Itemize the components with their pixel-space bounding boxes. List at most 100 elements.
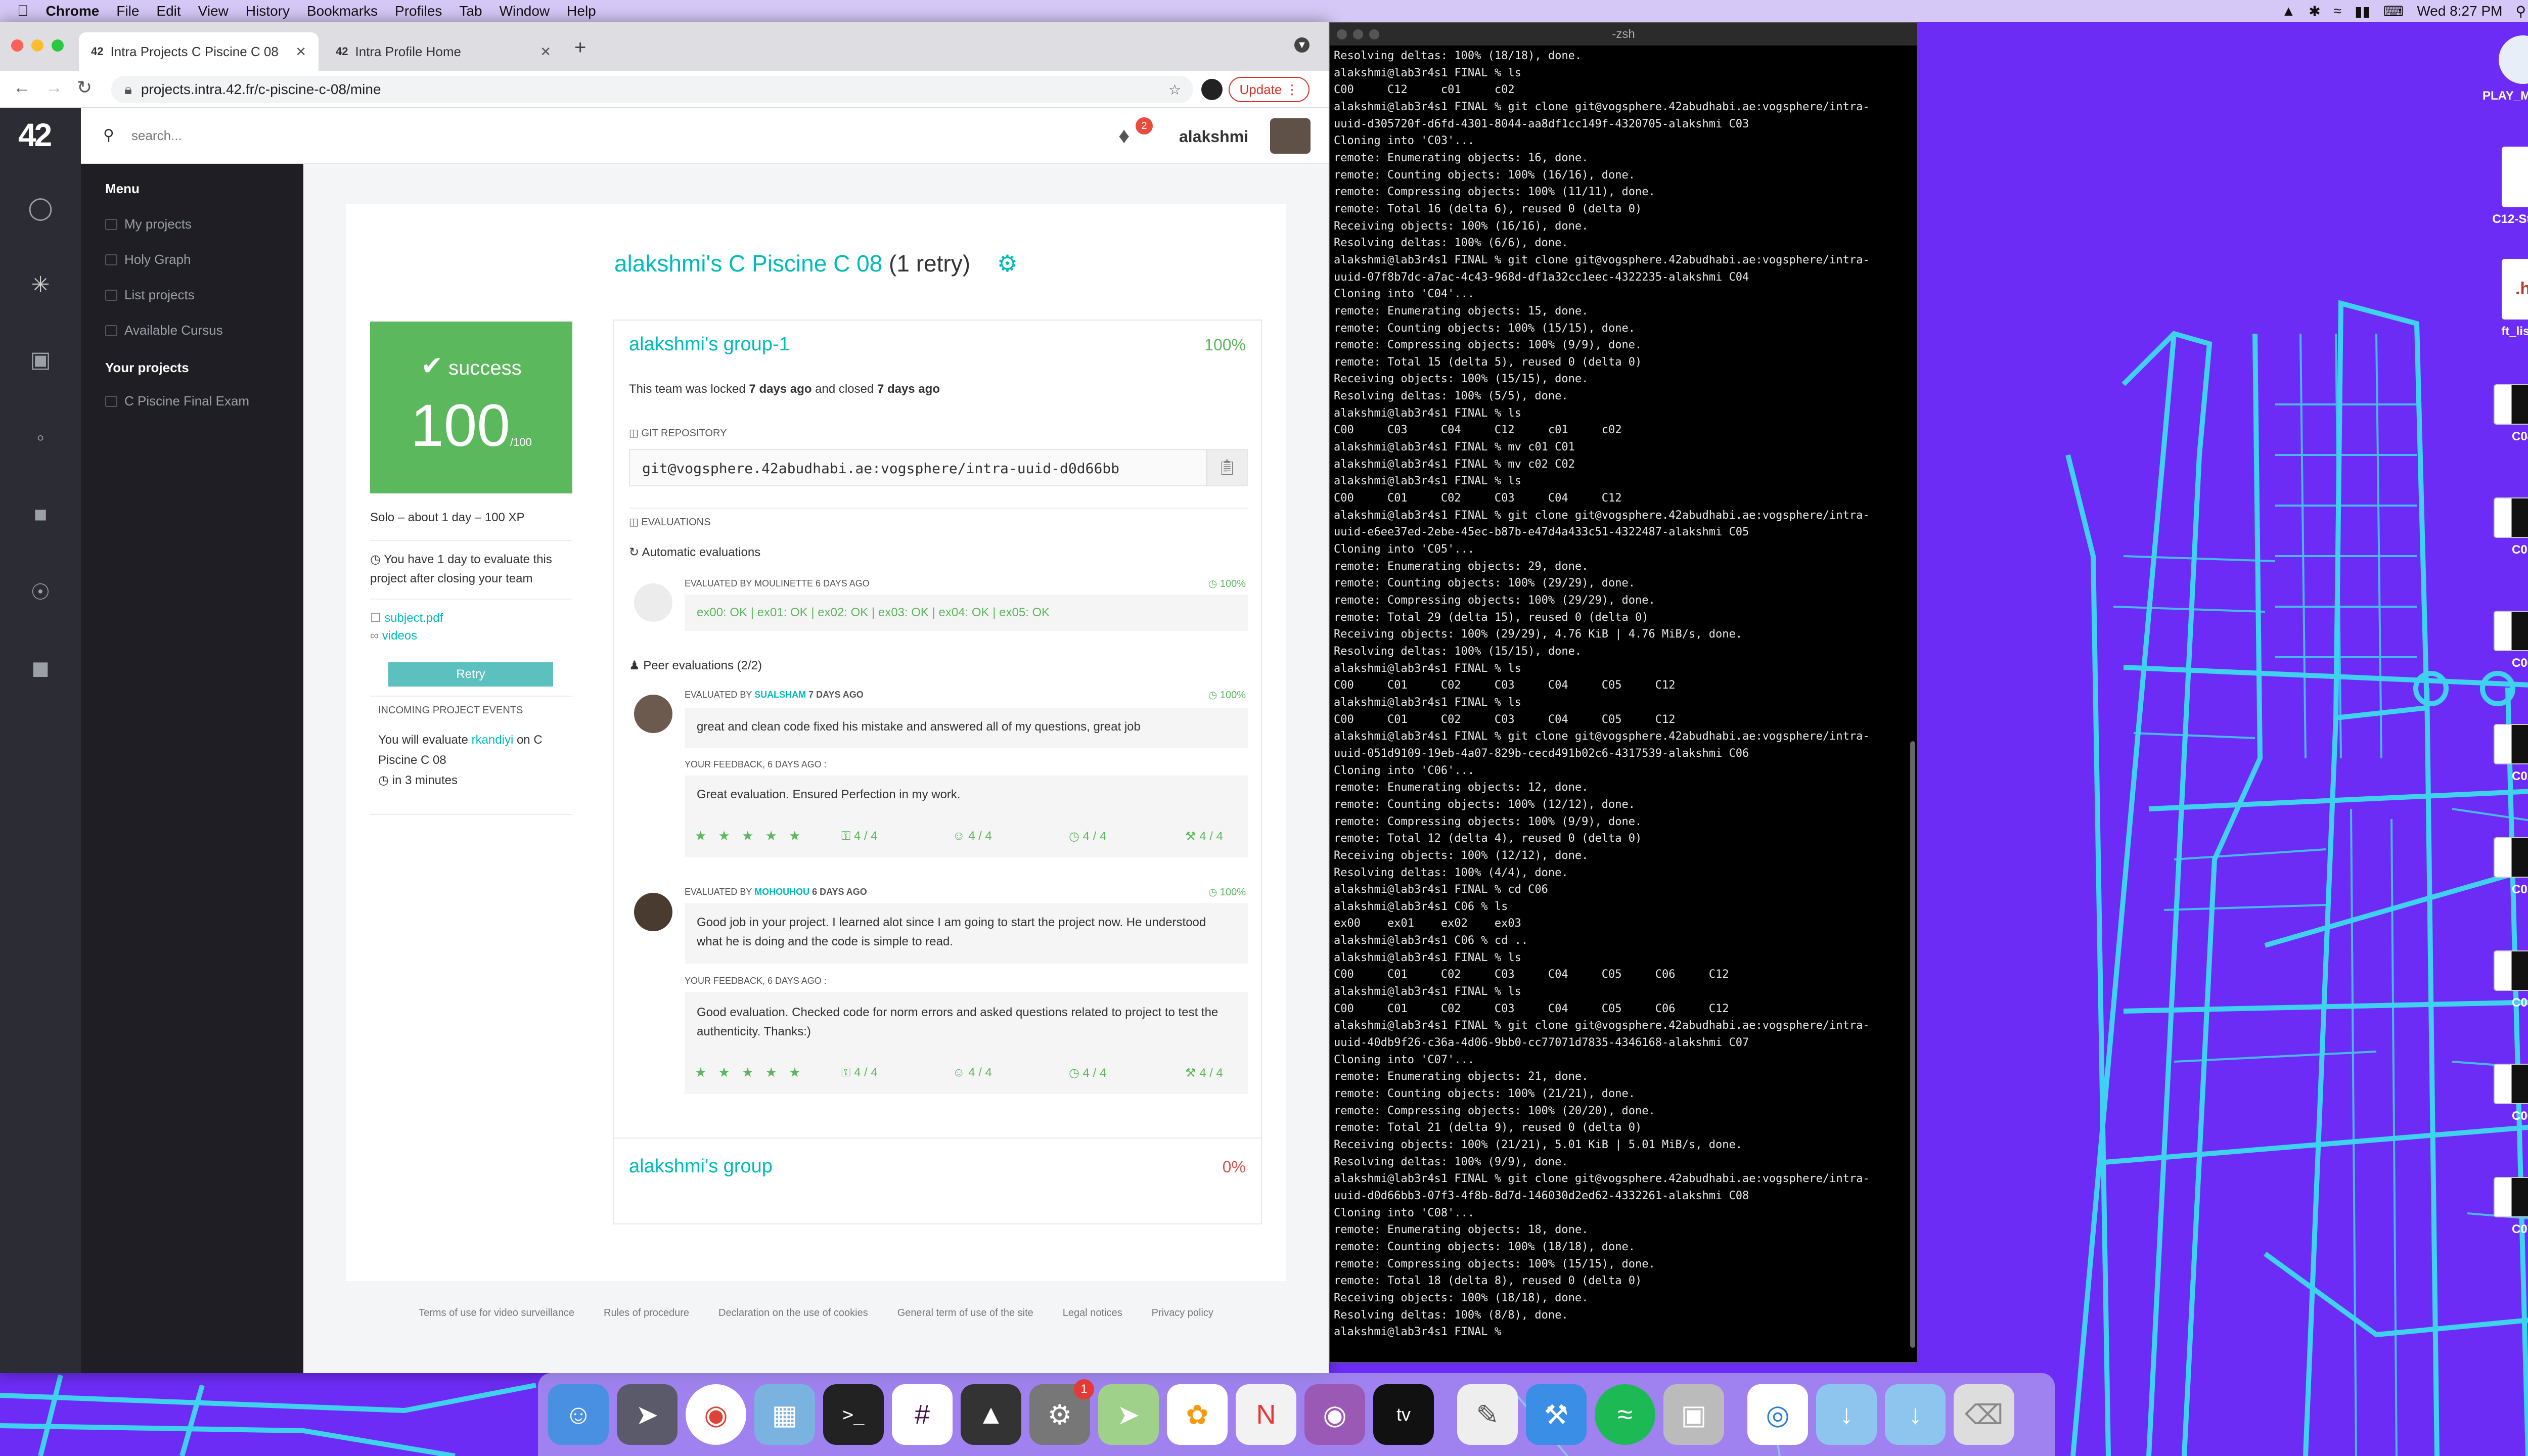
terminal-output[interactable]: Resolving deltas: 100% (18/18), done. al… xyxy=(1334,48,1914,1362)
subject-pdf-link[interactable]: ☐ subject.pdf xyxy=(370,611,443,625)
update-button[interactable]: Update ⋮ xyxy=(1229,77,1310,102)
desktop-icon-c02[interactable]: C02 xyxy=(2482,724,2528,784)
slack-icon[interactable]: # xyxy=(892,1384,953,1445)
menu-item-my-projects[interactable]: My projects xyxy=(105,216,192,232)
maximize-window-button[interactable] xyxy=(52,39,64,52)
menu-app-name[interactable]: Chrome xyxy=(46,3,100,19)
terminal-icon[interactable]: >_ xyxy=(823,1384,884,1445)
desktop-icon-c04[interactable]: C04 xyxy=(2482,384,2528,444)
forward-icon[interactable]: → xyxy=(46,78,63,98)
footer-link-privacy[interactable]: Privacy policy xyxy=(1152,1307,1213,1319)
bookmark-star-icon[interactable]: ☆ xyxy=(1168,81,1181,98)
desktop-icon-c01[interactable]: C01 xyxy=(2482,497,2528,557)
desktop-icon-c05[interactable]: C05 xyxy=(2482,950,2528,1010)
desktop-icon-c12-struct[interactable]: C12-Struct xyxy=(2482,147,2528,226)
spotlight-icon[interactable]: ⚲ xyxy=(2515,3,2526,20)
compass-nav-icon[interactable]: ☉ xyxy=(26,578,55,607)
shop-nav-icon[interactable]: ◼ xyxy=(26,654,55,682)
menu-help[interactable]: Help xyxy=(567,3,596,19)
desktop-icon-play-me[interactable]: PLAY_ME.webloc xyxy=(2482,35,2528,103)
maps-icon[interactable]: ➤ xyxy=(1098,1384,1159,1445)
evaluator-name[interactable]: MOHOUHOU xyxy=(754,887,809,897)
companies-nav-icon[interactable]: ■ xyxy=(26,500,55,529)
footer-link-cookies[interactable]: Declaration on the use of cookies xyxy=(718,1307,868,1319)
close-window-button[interactable] xyxy=(11,39,23,52)
menu-item-list-projects[interactable]: List projects xyxy=(105,287,195,303)
menu-item-available-cursus[interactable]: Available Cursus xyxy=(105,323,223,338)
podcasts-icon[interactable]: ◉ xyxy=(1304,1384,1365,1445)
image-capture-icon[interactable]: ▣ xyxy=(1663,1384,1724,1445)
downloads-folder-icon[interactable]: ↓ xyxy=(1816,1384,1877,1445)
minimize-window-button[interactable] xyxy=(31,39,43,52)
system-preferences-icon[interactable]: ⚙ 1 xyxy=(1029,1379,1094,1445)
profile-nav-icon[interactable]: ◯ xyxy=(26,194,55,222)
desktop-icon-c00[interactable]: C00 xyxy=(2482,611,2528,670)
elearning-nav-icon[interactable]: ▣ xyxy=(26,346,55,374)
trash-icon[interactable]: ⌫ xyxy=(1954,1384,2014,1445)
maximize-window-button[interactable] xyxy=(1369,29,1379,39)
tv-icon[interactable]: tv xyxy=(1373,1384,1434,1445)
group2-name[interactable]: alakshmi's group xyxy=(629,1156,773,1177)
launchpad-icon[interactable]: ➤ xyxy=(617,1384,678,1445)
close-tab-icon[interactable]: ✕ xyxy=(540,44,551,60)
photos-icon[interactable]: ✿ xyxy=(1167,1384,1228,1445)
user-avatar[interactable] xyxy=(1270,118,1311,154)
close-window-button[interactable] xyxy=(1337,29,1347,39)
menu-tab[interactable]: Tab xyxy=(459,3,482,19)
profile-avatar-icon[interactable] xyxy=(1201,79,1223,100)
evaluator-avatar[interactable] xyxy=(634,695,672,733)
documents-folder-icon[interactable]: ↓ xyxy=(1885,1384,1946,1445)
news-icon[interactable]: N xyxy=(1236,1384,1296,1445)
terminal-scrollbar[interactable] xyxy=(1910,741,1915,1348)
chrome-icon[interactable]: ◉ xyxy=(686,1384,746,1445)
close-tab-icon[interactable]: ✕ xyxy=(295,44,306,60)
menu-file[interactable]: File xyxy=(116,3,139,19)
forum-nav-icon[interactable]: ◦ xyxy=(26,424,55,452)
menu-edit[interactable]: Edit xyxy=(156,3,180,19)
evaluator-avatar[interactable] xyxy=(634,893,672,931)
menu-item-holy-graph[interactable]: Holy Graph xyxy=(105,252,191,267)
preview-icon[interactable]: ▦ xyxy=(754,1384,815,1445)
xcode-icon[interactable]: ⚒ xyxy=(1526,1384,1587,1445)
textedit-icon[interactable]: ✎ xyxy=(1457,1384,1518,1445)
graph-nav-icon[interactable]: ✳ xyxy=(26,271,55,299)
wifi-icon[interactable]: ≈ xyxy=(2334,3,2341,19)
desktop-icon-c03[interactable]: C03 xyxy=(2482,837,2528,897)
settings-gear-icon[interactable]: ⚙ xyxy=(997,250,1018,277)
battery-icon[interactable]: ▮▮ xyxy=(2355,3,2370,20)
menu-view[interactable]: View xyxy=(198,3,229,19)
address-bar[interactable]: 🔒︎ projects.intra.42.fr/c-piscine-c-08/m… xyxy=(111,76,1193,103)
videos-link[interactable]: ∞ videos xyxy=(370,629,417,643)
desktop-icon-c06[interactable]: C06 xyxy=(2482,1064,2528,1123)
status-icon[interactable]: ▲ xyxy=(2282,3,2296,19)
footer-link-rules[interactable]: Rules of procedure xyxy=(604,1307,689,1319)
footer-link-legal[interactable]: Legal notices xyxy=(1063,1307,1122,1319)
project-title-link[interactable]: alakshmi's C Piscine C 08 xyxy=(614,250,882,277)
desktop-icon-ft-list[interactable]: .h ft_list.h xyxy=(2482,259,2528,339)
menu-item-final-exam[interactable]: C Piscine Final Exam xyxy=(105,393,249,409)
terminal-window[interactable]: -zsh Resolving deltas: 100% (18/18), don… xyxy=(1329,22,1918,1363)
reload-icon[interactable]: ↻ xyxy=(77,77,92,98)
evaluator-name[interactable]: SUALSHAM xyxy=(754,690,806,700)
tab-intra-profile[interactable]: 42 Intra Profile Home ✕ xyxy=(324,32,563,71)
retry-button[interactable]: Retry xyxy=(388,662,553,687)
group-name[interactable]: alakshmi's group-1 xyxy=(629,334,790,355)
git-url-field[interactable]: git@vogsphere.42abudhabi.ae:vogsphere/in… xyxy=(629,449,1248,486)
menu-profiles[interactable]: Profiles xyxy=(395,3,442,19)
spotify-icon[interactable]: ≈ xyxy=(1595,1384,1655,1445)
minimize-window-button[interactable] xyxy=(1353,29,1363,39)
footer-link-terms[interactable]: General term of use of the site xyxy=(897,1307,1033,1319)
apple-menu-icon[interactable]:  xyxy=(17,3,29,20)
back-icon[interactable]: ← xyxy=(13,78,30,98)
archive-icon[interactable]: ▲ xyxy=(961,1384,1021,1445)
menu-window[interactable]: Window xyxy=(500,3,550,19)
search-input[interactable] xyxy=(131,124,435,147)
new-tab-icon[interactable]: + xyxy=(574,36,586,59)
menu-bookmarks[interactable]: Bookmarks xyxy=(307,3,378,19)
bluetooth-icon[interactable]: ✱ xyxy=(2309,3,2320,20)
keyboard-input-icon[interactable]: ⌨ xyxy=(2383,3,2404,20)
webloc-icon[interactable]: ◎ xyxy=(1747,1384,1808,1445)
finder-icon[interactable]: ☺ xyxy=(548,1384,609,1445)
copy-clipboard-icon[interactable]: 📋︎ xyxy=(1206,450,1247,485)
tab-intra-projects[interactable]: 42 Intra Projects C Piscine C 08 ✕ xyxy=(79,32,319,71)
